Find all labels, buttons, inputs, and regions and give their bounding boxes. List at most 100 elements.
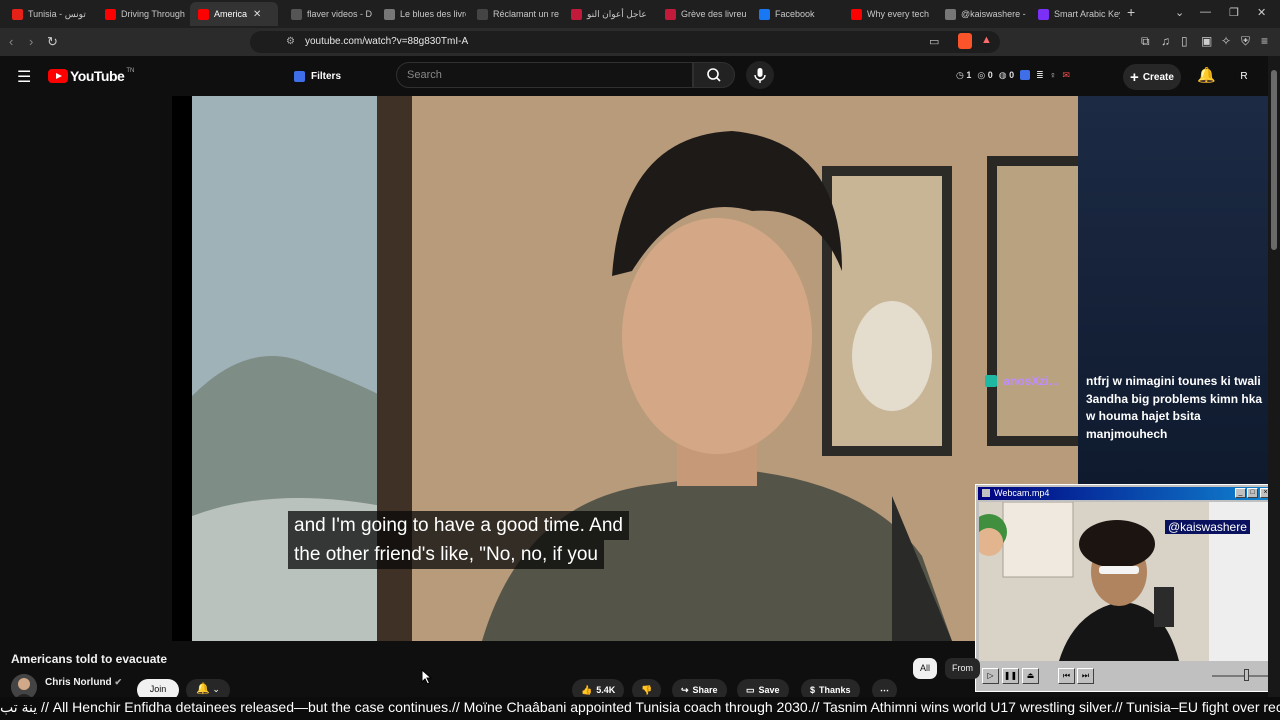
- save-icon: ▭: [746, 684, 755, 695]
- chip-all[interactable]: All: [913, 658, 938, 679]
- tab-title: Grève des livreu: [681, 9, 747, 19]
- webcam-title-bar[interactable]: Webcam.mp4 _ □ ×: [978, 487, 1272, 500]
- caption-line-2: the other friend's like, "No, no, if you: [288, 540, 604, 569]
- back-icon[interactable]: ‹: [9, 34, 13, 49]
- previous-icon[interactable]: ⏮: [1058, 668, 1075, 684]
- browser-tab[interactable]: Smart Arabic Key: [1030, 2, 1120, 26]
- play-icon[interactable]: ▷: [982, 668, 999, 684]
- restore-icon[interactable]: ❐: [1229, 6, 1239, 19]
- leo-ai-icon[interactable]: ✧: [1221, 34, 1231, 48]
- account-avatar[interactable]: R: [1234, 66, 1254, 86]
- microphone-icon: [754, 68, 766, 83]
- tab-favicon-icon: [759, 8, 770, 20]
- caption-line-1: and I'm going to have a good time. And: [288, 511, 629, 540]
- search-input[interactable]: Search: [396, 62, 693, 88]
- create-button[interactable]: + Create: [1123, 64, 1181, 90]
- webcam-video: @kaiswashere: [979, 502, 1273, 661]
- browser-tab[interactable]: Facebook: [751, 2, 839, 26]
- chip-from[interactable]: From: [945, 658, 980, 679]
- tab-favicon-icon: [945, 8, 956, 20]
- browser-tab[interactable]: America ✕: [190, 2, 278, 26]
- queue-icon[interactable]: ≣: [1036, 70, 1044, 81]
- browser-tab[interactable]: Tunisia - تونس: [4, 2, 94, 26]
- page-scrollbar[interactable]: [1268, 56, 1280, 697]
- cast-icon[interactable]: ▭: [929, 35, 939, 48]
- tab-title: Le blues des livre: [400, 9, 466, 19]
- country-code: TN: [126, 68, 135, 74]
- chevron-down-icon: ⌄: [209, 684, 220, 694]
- video-captions: and I'm going to have a good time. And t…: [288, 511, 629, 569]
- tab-title: عاجل أعوان النو: [587, 8, 647, 19]
- browser-tab[interactable]: @kaiswashere -: [937, 2, 1027, 26]
- youtube-logo-text: YouTube: [70, 68, 125, 84]
- tab-title: Facebook: [775, 9, 815, 19]
- tab-favicon-icon: [1038, 8, 1049, 20]
- volume-slider[interactable]: [1212, 675, 1268, 677]
- next-icon[interactable]: ⏭: [1077, 668, 1094, 684]
- hamburger-menu-icon[interactable]: ☰: [17, 67, 31, 87]
- browser-tab[interactable]: Why every tech: [843, 2, 933, 26]
- volume-slider-handle[interactable]: [1244, 669, 1249, 681]
- minimize-icon[interactable]: —: [1200, 6, 1211, 18]
- search-icon: [707, 68, 721, 82]
- person-icon[interactable]: ♀: [1050, 70, 1057, 81]
- thanks-icon: $: [810, 685, 816, 695]
- browser-tab[interactable]: عاجل أعوان النو: [563, 2, 653, 26]
- scrollbar-thumb[interactable]: [1271, 70, 1277, 250]
- video-player[interactable]: and I'm going to have a good time. And t…: [172, 96, 1098, 641]
- site-info-icon[interactable]: ⚙: [286, 31, 295, 53]
- tab-favicon-icon: [477, 8, 488, 20]
- tab-favicon-icon: [291, 8, 302, 20]
- vpn-icon[interactable]: ⛨: [1241, 34, 1250, 49]
- tab-search-icon[interactable]: ⌄: [1175, 6, 1184, 19]
- tab-favicon-icon: [105, 8, 116, 20]
- chat-username-text: anosXzi...: [1003, 374, 1059, 388]
- video-frame[interactable]: and I'm going to have a good time. And t…: [192, 96, 1078, 641]
- maximize-window-icon[interactable]: □: [1247, 488, 1258, 498]
- more-icon: ⋯: [880, 684, 889, 695]
- extensions-icon[interactable]: ⧉: [1141, 34, 1150, 49]
- filters-button[interactable]: Filters: [286, 64, 349, 88]
- notification-off-icon[interactable]: ✉: [1062, 70, 1070, 81]
- webcam-window[interactable]: Webcam.mp4 _ □ × @kaiswashere ▷ ❚❚ ⏏ ⏮ ⏭: [975, 484, 1275, 692]
- counter-eye-icon: ◎ 0: [977, 70, 993, 80]
- minimize-window-icon[interactable]: _: [1235, 488, 1246, 498]
- sidebar-icon[interactable]: ▯: [1181, 34, 1188, 48]
- plus-icon: +: [1130, 68, 1139, 86]
- video-title: Americans told to evacuate: [11, 652, 168, 666]
- channel-name-text: Chris Norlund: [45, 677, 112, 688]
- share-label: Share: [692, 685, 718, 695]
- menu-icon[interactable]: ≡: [1261, 34, 1268, 48]
- tab-title: Réclamant un re: [493, 9, 559, 19]
- url-field[interactable]: ⚙ youtube.com/watch?v=88g830TmI-A: [250, 31, 1000, 53]
- youtube-logo[interactable]: YouTube TN: [48, 68, 134, 84]
- browser-tab[interactable]: Driving Through: [97, 2, 187, 26]
- browser-tab[interactable]: Grève des livreu: [657, 2, 747, 26]
- browser-tab[interactable]: flaver videos - D: [283, 2, 373, 26]
- notifications-bell-icon[interactable]: 🔔: [1197, 66, 1216, 84]
- voice-search-button[interactable]: [746, 61, 774, 89]
- counter-circle-icon: ◍ 0: [998, 70, 1015, 80]
- rewards-icon[interactable]: ▲: [981, 34, 992, 46]
- reload-icon[interactable]: ↻: [47, 34, 58, 50]
- verified-icon: ✔: [114, 677, 122, 687]
- close-tab-icon[interactable]: ✕: [253, 9, 261, 20]
- browser-toolbar: ‹ › ↻ 🔖 ⚙ youtube.com/watch?v=88g830TmI-…: [0, 28, 1280, 56]
- wallet-icon[interactable]: ▣: [1201, 34, 1212, 48]
- forward-icon[interactable]: ›: [29, 34, 33, 49]
- channel-name[interactable]: Chris Norlund ✔: [45, 677, 122, 688]
- close-window-icon[interactable]: ✕: [1257, 6, 1266, 19]
- webcam-title: Webcam.mp4: [994, 488, 1050, 498]
- filter-extension-icon[interactable]: [1020, 70, 1031, 80]
- brave-shield-icon[interactable]: [958, 33, 972, 49]
- pause-icon[interactable]: ❚❚: [1002, 668, 1019, 684]
- counter-clock-icon: ◷ 1: [956, 70, 972, 80]
- browser-tab[interactable]: Réclamant un re: [469, 2, 559, 26]
- browser-tab[interactable]: Le blues des livre: [376, 2, 466, 26]
- like-count: 5.4K: [596, 685, 616, 695]
- new-tab-icon[interactable]: +: [1127, 4, 1135, 20]
- media-icon[interactable]: ♫: [1161, 34, 1170, 48]
- eject-icon[interactable]: ⏏: [1022, 668, 1039, 684]
- tab-favicon-icon: [12, 8, 23, 20]
- search-button[interactable]: [693, 62, 735, 88]
